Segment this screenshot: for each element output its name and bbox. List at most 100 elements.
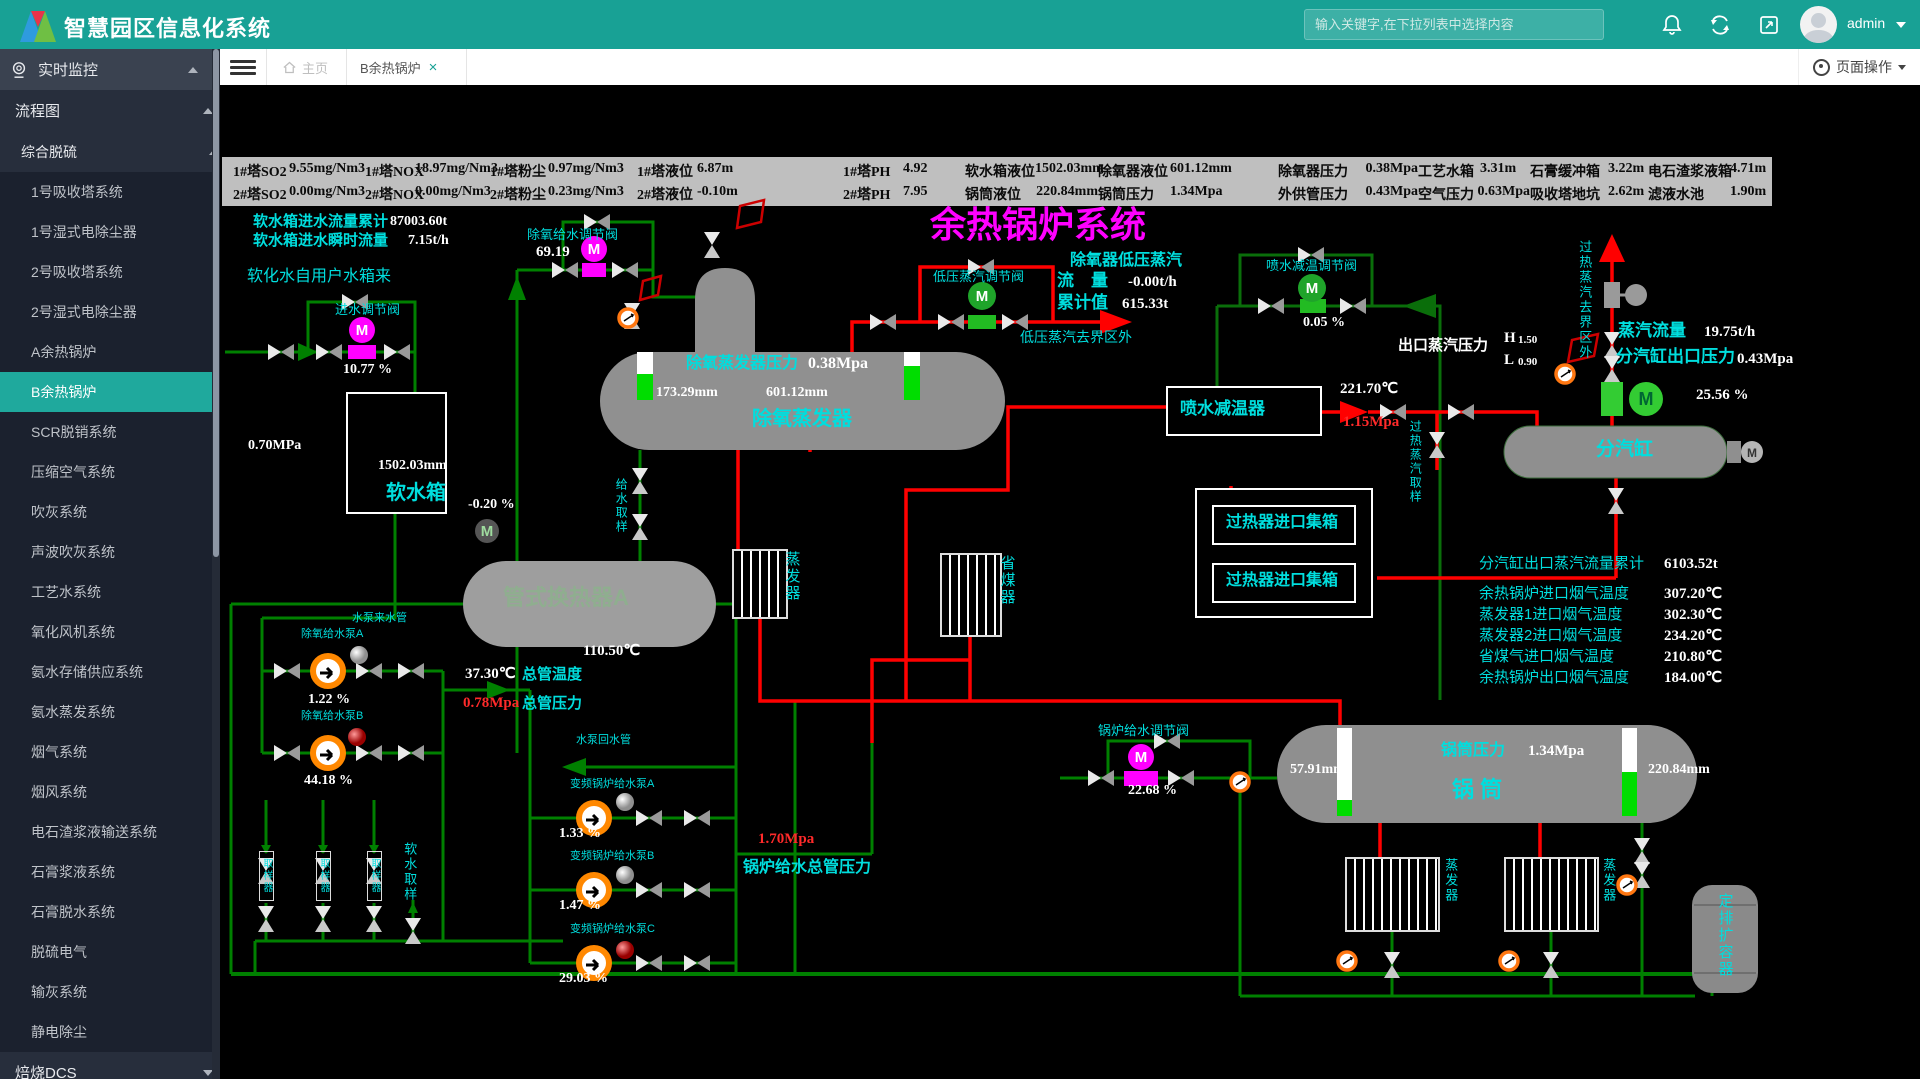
high-limit-value: 1.50 (1518, 334, 1537, 346)
steam-flow-label: 蒸汽流量 (1618, 322, 1686, 341)
temp-value: 210.80℃ (1664, 649, 1722, 666)
desuperheater-label: 喷水减温器 (1180, 400, 1265, 419)
header-outlet-press-value: 0.43Mpa (1737, 351, 1793, 368)
svg-text:M: M (1639, 389, 1654, 409)
manifold-press-label: 总管压力 (522, 696, 582, 713)
high-limit-letter: H (1504, 330, 1516, 347)
temp-value: 234.20℃ (1664, 628, 1722, 645)
temp-label: 蒸发器1进口烟气温度 (1479, 607, 1622, 624)
deaerator-pump-label: 除氧给水泵B (301, 710, 363, 722)
pipe-network: M M M M M M M M (0, 0, 1920, 1079)
main-steam-region-label: 过热蒸汽去界区外 (1577, 240, 1591, 360)
desuperheater-press: 1.15Mpa (1343, 414, 1399, 431)
bottom-evaporator-label: 蒸发器 (1443, 858, 1457, 903)
deaerator-level-left: 173.29mm (656, 385, 718, 400)
sampler-box: 取样器 (316, 851, 331, 901)
spray-valve-percent: 0.05 % (1303, 315, 1345, 330)
outlet-press-label: 出口蒸汽压力 (1398, 338, 1488, 355)
soft-water-sample-label: 软水取样 (402, 842, 416, 902)
lp-flow-value: -0.00t/h (1128, 274, 1177, 291)
deaerator-pump-percent: 44.18 % (304, 773, 353, 788)
lp-flow-label: 流 量 (1057, 272, 1108, 291)
feed-press-label: 锅炉给水总管压力 (743, 859, 871, 877)
pressure-transmitter-icon (1604, 282, 1647, 308)
low-limit-value: 0.90 (1518, 356, 1537, 368)
softwater-total-value: 87003.60t (390, 214, 447, 229)
softwater-source-label: 软化水自用户水箱来 (247, 268, 391, 286)
heat-exchanger-label: 管式换热器A (503, 586, 629, 610)
steam-header-label: 分汽缸 (1596, 440, 1653, 461)
deaerator-valve-value: 69.19 (536, 244, 570, 261)
temp-label: 蒸发器2进口烟气温度 (1479, 628, 1622, 645)
deaerator-vessel (600, 352, 1005, 450)
feed-press-value: 1.70Mpa (758, 831, 814, 848)
bottom-evaporator-box-1 (1345, 857, 1440, 932)
deaerator-pump-label: 除氧给水泵A (301, 628, 363, 640)
feed-pump-label: 变频锅炉给水泵B (570, 850, 654, 862)
header-outlet-press-label: 分汽缸出口压力 (1616, 348, 1735, 367)
diagram-title: 余热锅炉系统 (930, 206, 1146, 246)
low-limit-letter: L (1504, 352, 1514, 369)
feed-pump-percent: 1.33 % (559, 826, 601, 841)
deaerator-pressure-label: 除氧蒸发器压力 (686, 355, 798, 373)
svg-text:M: M (1747, 446, 1757, 460)
header-total-value: 6103.52t (1664, 556, 1718, 573)
temp-value: 307.20℃ (1664, 586, 1722, 603)
sampler-box: 取样器 (259, 851, 274, 901)
main-valve-percent: 25.56 % (1696, 387, 1749, 404)
svg-text:M: M (356, 322, 369, 339)
softwater-level: 1502.03mm (378, 458, 447, 473)
lp-out-label: 低压蒸汽去界区外 (1020, 330, 1132, 345)
motor-valve-icons[interactable]: M M M M M M M M (349, 236, 1763, 770)
lp-valve-label: 低压蒸汽调节阀 (933, 270, 1024, 284)
feed-pump-percent: 29.03 % (559, 971, 608, 986)
evaporator-label: 蒸发器 (783, 551, 800, 602)
softwater-total-label: 软水箱进水流量累计 (253, 214, 388, 231)
deaerator-level-right: 601.12mm (766, 385, 828, 400)
drum-level-left: 57.91mm (1290, 762, 1345, 777)
svg-text:M: M (1135, 749, 1148, 766)
softwater-pressure: 0.70MPa (248, 438, 301, 453)
lp-total-label: 累计值 (1057, 294, 1108, 313)
heat-exchanger-temp: 110.50℃ (583, 643, 640, 660)
drum-press-label: 锅筒压力 (1441, 742, 1505, 760)
inlet-valve-percent: 10.77 % (343, 362, 392, 377)
deaerator-valve-label: 除氧给水调节阀 (527, 228, 618, 242)
svg-text:M: M (588, 241, 601, 258)
lp-steam-header: 除氧器低压蒸汽 (1070, 252, 1182, 270)
drum-label: 锅 筒 (1452, 778, 1502, 802)
blowdown-tank-label: 定排扩容器 (1716, 893, 1733, 978)
svg-text:M: M (1306, 280, 1319, 297)
economizer-box (940, 553, 1002, 637)
svg-text:M: M (976, 288, 989, 305)
temp-value: 184.00℃ (1664, 670, 1722, 687)
feedwater-sample-label: 给水取样 (614, 478, 627, 534)
drum-level-right: 220.84mm (1648, 762, 1710, 777)
app-window: 智慧园区信息化系统 admin 实时监控 流程图 综合脱硫 1号吸收塔系统 1号… (0, 0, 1920, 1079)
superheat-sample-label: 过热蒸汽取样 (1408, 420, 1421, 504)
drum-press-value: 1.34Mpa (1528, 743, 1584, 760)
manifold-temp-label: 总管温度 (522, 667, 582, 684)
deaerator-pump-percent: 1.22 % (308, 692, 350, 707)
superheater-header-label: 过热器进口集箱 (1226, 572, 1338, 590)
desuperheater-temp: 221.70℃ (1340, 381, 1398, 398)
bottom-evaporator-box-2 (1504, 857, 1599, 932)
header-total-label: 分汽缸出口蒸汽流量累计 (1479, 556, 1644, 573)
temp-value: 302.30℃ (1664, 607, 1722, 624)
softwater-inst-value: 7.15t/h (408, 233, 449, 248)
manifold-press-value: 0.78Mpa (463, 695, 519, 712)
svg-text:M: M (481, 523, 494, 540)
sampler-box: 取样器 (367, 851, 382, 901)
feed-pump-percent: 1.47 % (559, 898, 601, 913)
temp-label: 省煤气进口烟气温度 (1479, 649, 1614, 666)
economizer-label: 省煤器 (998, 555, 1015, 606)
deaerator-dome (695, 268, 755, 352)
superheater-header-label: 过热器进口集箱 (1226, 514, 1338, 532)
spray-valve-label: 喷水减温调节阀 (1266, 259, 1357, 273)
evaporator-box (732, 549, 788, 619)
pump-return-label: 水泵回水管 (576, 734, 631, 746)
feed-pump-label: 变频锅炉给水泵C (570, 923, 655, 935)
feed-valve-percent: 22.68 % (1128, 783, 1177, 798)
inlet-valve-label: 进水调节阀 (335, 303, 400, 317)
recirc-percent: -0.20 % (468, 497, 515, 512)
